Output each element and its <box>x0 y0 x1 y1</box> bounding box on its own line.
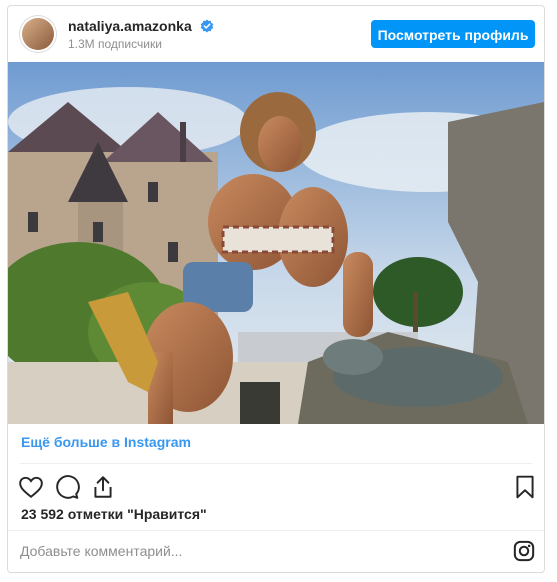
post-photo[interactable] <box>8 62 544 424</box>
share-icon[interactable] <box>90 474 116 500</box>
post-header: nataliya.amazonka 1.3M подписчики Посмот… <box>8 6 544 62</box>
like-count[interactable]: 23 592 отметки "Нравится" <box>21 506 207 522</box>
comment-icon[interactable] <box>54 474 80 500</box>
divider <box>8 530 544 531</box>
profile-avatar[interactable] <box>22 18 54 50</box>
view-profile-button[interactable]: Посмотреть профиль <box>371 20 535 48</box>
bookmark-icon[interactable] <box>512 474 538 500</box>
divider <box>20 463 532 464</box>
instagram-logo-icon[interactable] <box>513 540 535 562</box>
username[interactable]: nataliya.amazonka <box>68 18 192 34</box>
post-image <box>8 62 544 424</box>
username-row[interactable]: nataliya.amazonka <box>68 18 214 34</box>
instagram-embed-card: nataliya.amazonka 1.3M подписчики Посмот… <box>7 5 545 573</box>
more-on-instagram-link[interactable]: Ещё больше в Instagram <box>21 434 191 450</box>
follower-count: 1.3M подписчики <box>68 37 162 51</box>
heart-icon[interactable] <box>18 474 44 500</box>
action-bar <box>8 468 544 508</box>
add-comment-field[interactable]: Добавьте комментарий... <box>20 543 182 559</box>
verified-badge-icon <box>200 19 213 33</box>
